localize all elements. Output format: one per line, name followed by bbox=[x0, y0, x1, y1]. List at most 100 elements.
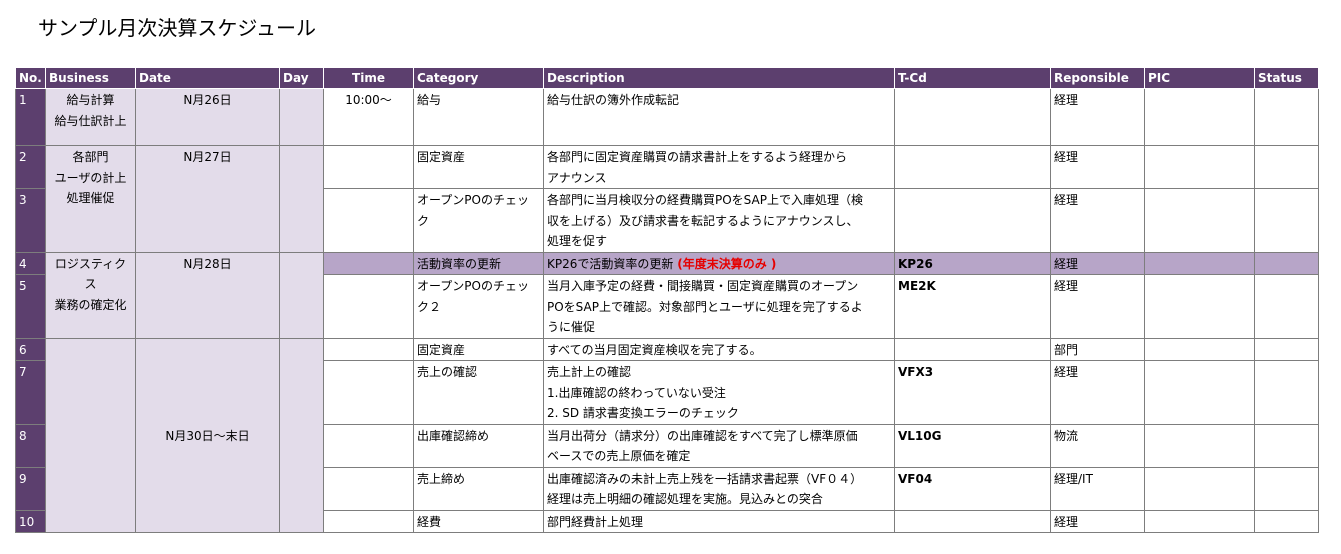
description-cell[interactable]: 出庫確認済みの未計上売上残を一括請求書起票（VF０４） 経理は売上明細の確認処理を… bbox=[543, 466, 895, 511]
tcd-cell[interactable]: VL10G bbox=[894, 423, 1051, 468]
header-date[interactable]: Date bbox=[135, 67, 280, 89]
time-cell[interactable]: 10:00～ bbox=[323, 88, 414, 146]
date-cell[interactable]: N月26日 bbox=[135, 88, 280, 146]
status-cell[interactable] bbox=[1254, 360, 1319, 425]
pic-cell[interactable] bbox=[1144, 360, 1255, 425]
pic-cell[interactable] bbox=[1144, 188, 1255, 253]
tcd-cell[interactable] bbox=[894, 337, 1051, 361]
tcd-cell[interactable]: ME2K bbox=[894, 274, 1051, 339]
tcd-cell[interactable] bbox=[894, 509, 1051, 533]
time-cell[interactable] bbox=[323, 509, 414, 533]
time-cell[interactable] bbox=[323, 466, 414, 511]
pic-cell[interactable] bbox=[1144, 145, 1255, 189]
time-cell[interactable] bbox=[323, 145, 414, 189]
row-number[interactable]: 10 bbox=[15, 509, 46, 533]
category-cell[interactable]: オープンPOのチェック bbox=[413, 188, 544, 253]
time-cell[interactable] bbox=[323, 360, 414, 425]
category-cell[interactable]: 活動資率の更新 bbox=[413, 251, 544, 275]
pic-cell[interactable] bbox=[1144, 423, 1255, 468]
tcd-cell[interactable]: KP26 bbox=[894, 251, 1051, 275]
responsible-cell[interactable]: 経理/IT bbox=[1050, 466, 1145, 511]
responsible-cell[interactable]: 経理 bbox=[1050, 509, 1145, 533]
tcd-cell[interactable]: VF04 bbox=[894, 466, 1051, 511]
date-cell[interactable]: N月28日 bbox=[135, 251, 280, 339]
pic-cell[interactable] bbox=[1144, 251, 1255, 275]
time-cell[interactable] bbox=[323, 337, 414, 361]
category-cell[interactable]: 売上締め bbox=[413, 466, 544, 511]
row-number[interactable]: 6 bbox=[15, 337, 46, 361]
time-cell[interactable] bbox=[323, 423, 414, 468]
row-number[interactable]: 5 bbox=[15, 274, 46, 339]
date-cell[interactable]: N月27日 bbox=[135, 145, 280, 253]
responsible-cell[interactable]: 経理 bbox=[1050, 274, 1145, 339]
pic-cell[interactable] bbox=[1144, 274, 1255, 339]
row-number[interactable]: 3 bbox=[15, 188, 46, 253]
header-time[interactable]: Time bbox=[323, 67, 414, 89]
business-cell[interactable]: 各部門 ユーザの計上 処理催促 bbox=[45, 145, 136, 253]
description-cell[interactable]: 各部門に当月検収分の経費購買POをSAP上で入庫処理（検 収を上げる）及び請求書を… bbox=[543, 188, 895, 253]
tcd-cell[interactable]: VFX3 bbox=[894, 360, 1051, 425]
day-cell[interactable] bbox=[279, 337, 324, 533]
row-number[interactable]: 9 bbox=[15, 466, 46, 511]
header-no[interactable]: No. bbox=[15, 67, 46, 89]
header-business[interactable]: Business bbox=[45, 67, 136, 89]
responsible-cell[interactable]: 経理 bbox=[1050, 188, 1145, 253]
pic-cell[interactable] bbox=[1144, 337, 1255, 361]
pic-cell[interactable] bbox=[1144, 88, 1255, 146]
row-number[interactable]: 2 bbox=[15, 145, 46, 189]
category-cell[interactable]: 売上の確認 bbox=[413, 360, 544, 425]
header-description[interactable]: Description bbox=[543, 67, 895, 89]
responsible-cell[interactable]: 経理 bbox=[1050, 251, 1145, 275]
description-cell[interactable]: すべての当月固定資産検収を完了する。 bbox=[543, 337, 895, 361]
status-cell[interactable] bbox=[1254, 251, 1319, 275]
category-cell[interactable]: 給与 bbox=[413, 88, 544, 146]
header-status[interactable]: Status bbox=[1254, 67, 1319, 89]
row-number[interactable]: 1 bbox=[15, 88, 46, 146]
description-cell[interactable]: 給与仕訳の簿外作成転記 bbox=[543, 88, 895, 146]
status-cell[interactable] bbox=[1254, 88, 1319, 146]
tcd-cell[interactable] bbox=[894, 88, 1051, 146]
category-cell[interactable]: 出庫確認締め bbox=[413, 423, 544, 468]
time-cell[interactable] bbox=[323, 188, 414, 253]
header-responsible[interactable]: Reponsible bbox=[1050, 67, 1145, 89]
status-cell[interactable] bbox=[1254, 423, 1319, 468]
row-number[interactable]: 8 bbox=[15, 423, 46, 468]
category-cell[interactable]: 固定資産 bbox=[413, 145, 544, 189]
header-tcd[interactable]: T-Cd bbox=[894, 67, 1051, 89]
row-number[interactable]: 4 bbox=[15, 251, 46, 275]
business-cell[interactable] bbox=[45, 337, 136, 533]
status-cell[interactable] bbox=[1254, 274, 1319, 339]
description-cell[interactable]: 当月出荷分（請求分）の出庫確認をすべて完了し標準原価 ベースでの売上原価を確定 bbox=[543, 423, 895, 468]
time-cell[interactable] bbox=[323, 251, 414, 275]
status-cell[interactable] bbox=[1254, 466, 1319, 511]
responsible-cell[interactable]: 部門 bbox=[1050, 337, 1145, 361]
responsible-cell[interactable]: 経理 bbox=[1050, 88, 1145, 146]
header-day[interactable]: Day bbox=[279, 67, 324, 89]
responsible-cell[interactable]: 経理 bbox=[1050, 360, 1145, 425]
description-cell[interactable]: 部門経費計上処理 bbox=[543, 509, 895, 533]
status-cell[interactable] bbox=[1254, 145, 1319, 189]
time-cell[interactable] bbox=[323, 274, 414, 339]
status-cell[interactable] bbox=[1254, 509, 1319, 533]
status-cell[interactable] bbox=[1254, 337, 1319, 361]
description-cell[interactable]: 売上計上の確認 1.出庫確認の終わっていない受注 2. SD 請求書変換エラーのチェ… bbox=[543, 360, 895, 425]
tcd-cell[interactable] bbox=[894, 145, 1051, 189]
pic-cell[interactable] bbox=[1144, 466, 1255, 511]
category-cell[interactable]: オープンPOのチェッ ク２ bbox=[413, 274, 544, 339]
header-category[interactable]: Category bbox=[413, 67, 544, 89]
header-pic[interactable]: PIC bbox=[1144, 67, 1255, 89]
business-cell[interactable]: ロジスティクス業務の確定化 bbox=[45, 251, 136, 339]
day-cell[interactable] bbox=[279, 145, 324, 253]
pic-cell[interactable] bbox=[1144, 509, 1255, 533]
business-cell[interactable]: 給与計算 給与仕訳計上 bbox=[45, 88, 136, 146]
tcd-cell[interactable] bbox=[894, 188, 1051, 253]
row-number[interactable]: 7 bbox=[15, 360, 46, 425]
description-cell[interactable]: KP26で活動資率の更新 (年度末決算のみ ) bbox=[543, 251, 895, 275]
category-cell[interactable]: 固定資産 bbox=[413, 337, 544, 361]
responsible-cell[interactable]: 物流 bbox=[1050, 423, 1145, 468]
status-cell[interactable] bbox=[1254, 188, 1319, 253]
day-cell[interactable] bbox=[279, 251, 324, 339]
description-cell[interactable]: 当月入庫予定の経費・間接購買・固定資産購買のオープン POをSAP上で確認。対象部… bbox=[543, 274, 895, 339]
responsible-cell[interactable]: 経理 bbox=[1050, 145, 1145, 189]
date-cell[interactable]: N月30日～末日 bbox=[135, 337, 280, 533]
